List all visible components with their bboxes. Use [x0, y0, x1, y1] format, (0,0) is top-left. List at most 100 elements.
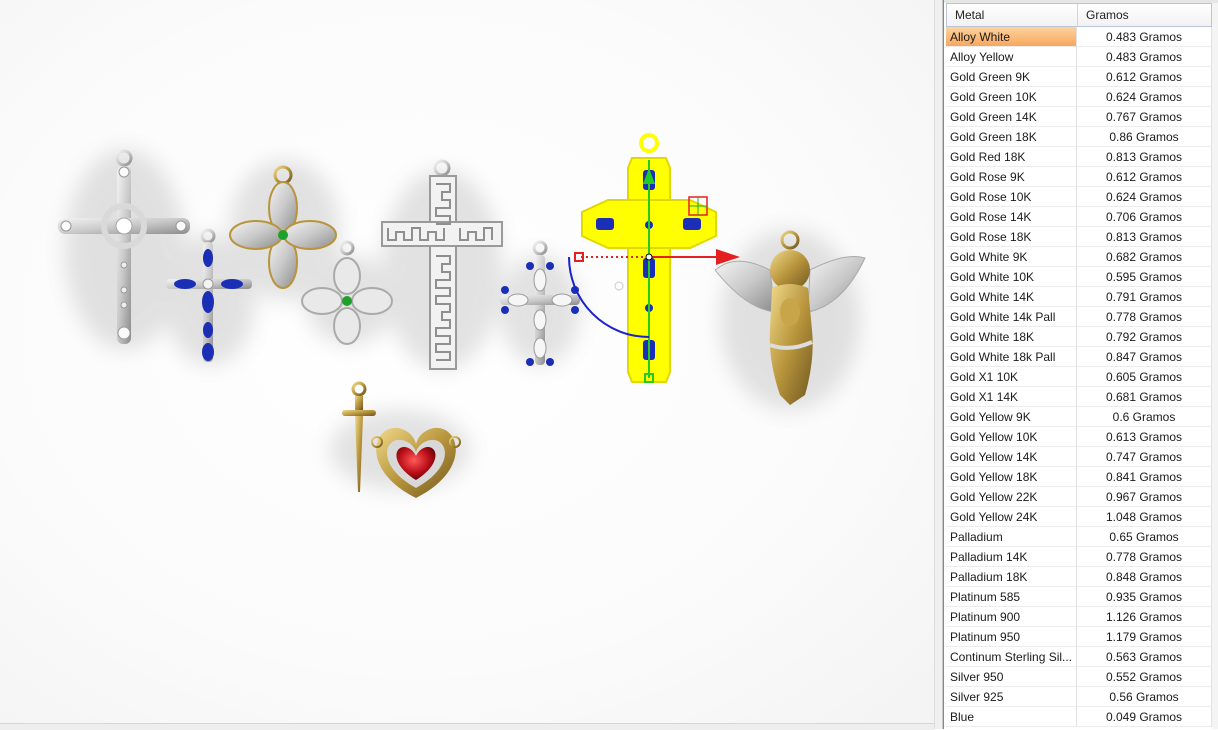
table-row[interactable]: Gold Yellow 14K 0.747 Gramos — [946, 447, 1212, 467]
gramos-cell: 1.126 Gramos — [1077, 607, 1212, 627]
gramos-cell: 0.049 Gramos — [1077, 707, 1212, 727]
metal-name-cell: Gold Yellow 10K — [946, 427, 1077, 447]
table-row[interactable]: Gold Yellow 10K 0.613 Gramos — [946, 427, 1212, 447]
gramos-cell: 0.813 Gramos — [1077, 227, 1212, 247]
gramos-cell: 0.563 Gramos — [1077, 647, 1212, 667]
gramos-cell: 0.847 Gramos — [1077, 347, 1212, 367]
metal-name-cell: Continum Sterling Sil... — [946, 647, 1077, 667]
metal-name-cell: Palladium — [946, 527, 1077, 547]
metal-name-cell: Gold Green 14K — [946, 107, 1077, 127]
table-scrollbar[interactable] — [1212, 3, 1218, 729]
metal-name-cell: Gold Rose 18K — [946, 227, 1077, 247]
gramos-cell: 0.483 Gramos — [1077, 27, 1212, 47]
table-row[interactable]: Alloy Yellow 0.483 Gramos — [946, 47, 1212, 67]
metal-name-cell: Gold Yellow 18K — [946, 467, 1077, 487]
table-row[interactable]: Gold White 18k Pall 0.847 Gramos — [946, 347, 1212, 367]
metal-weight-panel: Metal Gramos Alloy White 0.483 Gramos Allo… — [943, 0, 1218, 729]
gramos-cell: 0.605 Gramos — [1077, 367, 1212, 387]
table-row[interactable]: Platinum 585 0.935 Gramos — [946, 587, 1212, 607]
gramos-cell: 0.841 Gramos — [1077, 467, 1212, 487]
gramos-cell: 0.791 Gramos — [1077, 287, 1212, 307]
metal-name-cell: Palladium 14K — [946, 547, 1077, 567]
viewport-scene[interactable] — [0, 0, 934, 729]
metal-name-cell: Gold White 14k Pall — [946, 307, 1077, 327]
gramos-cell: 0.848 Gramos — [1077, 567, 1212, 587]
table-row[interactable]: Silver 925 0.56 Gramos — [946, 687, 1212, 707]
column-header-gramos[interactable]: Gramos — [1078, 4, 1211, 26]
table-row[interactable]: Gold Yellow 24K 1.048 Gramos — [946, 507, 1212, 527]
gramos-cell: 0.595 Gramos — [1077, 267, 1212, 287]
table-row[interactable]: Platinum 900 1.126 Gramos — [946, 607, 1212, 627]
table-row[interactable]: Gold Yellow 9K 0.6 Gramos — [946, 407, 1212, 427]
table-row[interactable]: Gold Rose 10K 0.624 Gramos — [946, 187, 1212, 207]
gramos-cell: 0.56 Gramos — [1077, 687, 1212, 707]
panel-splitter[interactable] — [934, 0, 943, 729]
gramos-cell: 0.86 Gramos — [1077, 127, 1212, 147]
gramos-cell: 0.778 Gramos — [1077, 547, 1212, 567]
table-row[interactable]: Platinum 950 1.179 Gramos — [946, 627, 1212, 647]
table-row[interactable]: Gold White 18K 0.792 Gramos — [946, 327, 1212, 347]
table-row[interactable]: Gold White 9K 0.682 Gramos — [946, 247, 1212, 267]
column-header-metal[interactable]: Metal — [947, 4, 1078, 26]
table-row[interactable]: Continum Sterling Sil... 0.563 Gramos — [946, 647, 1212, 667]
metal-table-body: Alloy White 0.483 Gramos Alloy Yellow 0.483… — [946, 27, 1212, 727]
table-row[interactable]: Gold Rose 14K 0.706 Gramos — [946, 207, 1212, 227]
metal-name-cell: Gold Green 10K — [946, 87, 1077, 107]
metal-name-cell: Gold White 9K — [946, 247, 1077, 267]
metal-name-cell: Platinum 900 — [946, 607, 1077, 627]
metal-name-cell: Gold Green 18K — [946, 127, 1077, 147]
metal-name-cell: Platinum 950 — [946, 627, 1077, 647]
table-row[interactable]: Gold Rose 9K 0.612 Gramos — [946, 167, 1212, 187]
gramos-cell: 0.935 Gramos — [1077, 587, 1212, 607]
table-row[interactable]: Silver 950 0.552 Gramos — [946, 667, 1212, 687]
table-row[interactable]: Gold Red 18K 0.813 Gramos — [946, 147, 1212, 167]
table-row[interactable]: Gold White 14k Pall 0.778 Gramos — [946, 307, 1212, 327]
metal-name-cell: Gold White 10K — [946, 267, 1077, 287]
metal-name-cell: Gold Red 18K — [946, 147, 1077, 167]
table-row[interactable]: Alloy White 0.483 Gramos — [946, 27, 1212, 47]
gramos-cell: 0.624 Gramos — [1077, 87, 1212, 107]
metal-name-cell: Gold Yellow 14K — [946, 447, 1077, 467]
table-row[interactable]: Gold Green 14K 0.767 Gramos — [946, 107, 1212, 127]
table-row[interactable]: Blue 0.049 Gramos — [946, 707, 1212, 727]
metal-name-cell: Gold Yellow 24K — [946, 507, 1077, 527]
metal-name-cell: Silver 950 — [946, 667, 1077, 687]
metal-name-cell: Alloy White — [946, 27, 1077, 47]
gramos-cell: 0.778 Gramos — [1077, 307, 1212, 327]
metal-name-cell: Gold Rose 14K — [946, 207, 1077, 227]
gramos-cell: 0.552 Gramos — [1077, 667, 1212, 687]
table-row[interactable]: Palladium 0.65 Gramos — [946, 527, 1212, 547]
table-row[interactable]: Gold Rose 18K 0.813 Gramos — [946, 227, 1212, 247]
table-row[interactable]: Gold X1 14K 0.681 Gramos — [946, 387, 1212, 407]
table-row[interactable]: Palladium 18K 0.848 Gramos — [946, 567, 1212, 587]
metal-name-cell: Platinum 585 — [946, 587, 1077, 607]
table-row[interactable]: Gold Yellow 22K 0.967 Gramos — [946, 487, 1212, 507]
metal-name-cell: Gold X1 14K — [946, 387, 1077, 407]
metal-name-cell: Blue — [946, 707, 1077, 727]
gramos-cell: 0.681 Gramos — [1077, 387, 1212, 407]
gramos-cell: 0.612 Gramos — [1077, 67, 1212, 87]
table-row[interactable]: Gold Green 9K 0.612 Gramos — [946, 67, 1212, 87]
gramos-cell: 0.483 Gramos — [1077, 47, 1212, 67]
table-row[interactable]: Gold Green 10K 0.624 Gramos — [946, 87, 1212, 107]
gramos-cell: 0.65 Gramos — [1077, 527, 1212, 547]
table-row[interactable]: Gold White 14K 0.791 Gramos — [946, 287, 1212, 307]
scene-shadows — [65, 150, 860, 490]
metal-name-cell: Gold White 18K — [946, 327, 1077, 347]
table-header: Metal Gramos — [946, 3, 1212, 27]
gramos-cell: 0.792 Gramos — [1077, 327, 1212, 347]
3d-viewport[interactable] — [0, 0, 934, 729]
metal-name-cell: Gold Rose 10K — [946, 187, 1077, 207]
table-row[interactable]: Gold X1 10K 0.605 Gramos — [946, 367, 1212, 387]
table-row[interactable]: Palladium 14K 0.778 Gramos — [946, 547, 1212, 567]
metal-name-cell: Alloy Yellow — [946, 47, 1077, 67]
metal-name-cell: Silver 925 — [946, 687, 1077, 707]
gramos-cell: 0.813 Gramos — [1077, 147, 1212, 167]
gramos-cell: 1.048 Gramos — [1077, 507, 1212, 527]
metal-name-cell: Gold Rose 9K — [946, 167, 1077, 187]
metal-name-cell: Gold Yellow 9K — [946, 407, 1077, 427]
table-row[interactable]: Gold Yellow 18K 0.841 Gramos — [946, 467, 1212, 487]
table-row[interactable]: Gold White 10K 0.595 Gramos — [946, 267, 1212, 287]
table-row[interactable]: Gold Green 18K 0.86 Gramos — [946, 127, 1212, 147]
metal-name-cell: Gold Green 9K — [946, 67, 1077, 87]
